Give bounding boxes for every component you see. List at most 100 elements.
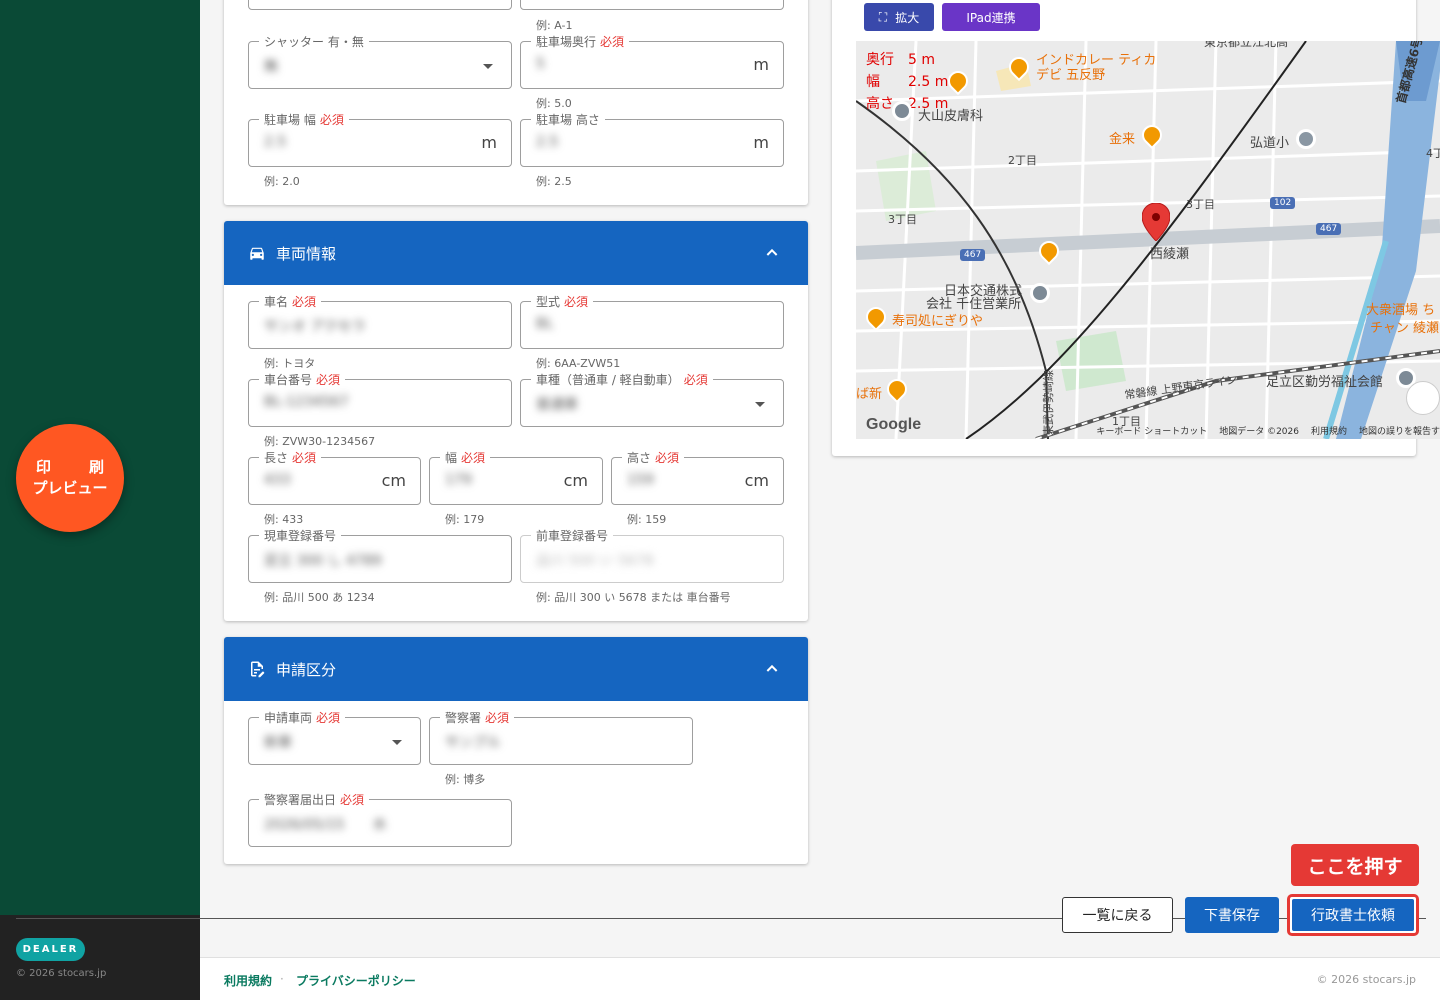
print-preview-label-2: プレビュー — [32, 479, 108, 497]
prev-reg-input[interactable]: 前車登録番号 品川 500 い 5678 — [520, 527, 784, 583]
school-icon[interactable] — [1296, 129, 1316, 149]
chassis-number-hint: 例: ZVW30-1234567 — [264, 435, 376, 448]
width-input[interactable]: 幅必須 179 cm — [429, 449, 603, 505]
map-expand-button[interactable]: ⛶ 拡大 — [864, 3, 934, 31]
current-reg-value: 足立 300 し 4789 — [264, 553, 382, 569]
vehicle-card-header[interactable]: 車両情報 — [224, 221, 808, 285]
overlay-width: 幅 2.5 m — [866, 74, 949, 90]
model-label: 型式 必須 — [531, 293, 594, 310]
parking-depth-value: 5 — [536, 56, 545, 72]
dealer-badge: DEALER — [16, 938, 85, 961]
car-type-label: 車種（普通車 / 軽自動車） 必須 — [531, 371, 713, 388]
width-hint: 例: 179 — [445, 513, 485, 526]
map-data-credit: 地図データ ©2026 — [1219, 427, 1299, 437]
parking-depth-input[interactable]: 駐車場奥行 必須 5 m — [520, 33, 784, 89]
expand-icon: ⛶ — [878, 9, 888, 24]
parking-depth-label: 駐車場奥行 必須 — [531, 33, 630, 50]
ipad-link-button[interactable]: IPad連携 — [942, 3, 1040, 31]
current-reg-input[interactable]: 現車登録番号 足立 300 し 4789 — [248, 527, 512, 583]
length-label: 長さ 必須 — [259, 449, 322, 466]
map-expand-label: 拡大 — [895, 10, 920, 25]
chevron-up-icon[interactable] — [764, 245, 780, 261]
height-label: 高さ 必須 — [622, 449, 685, 466]
car-type-value: 普通車 — [536, 397, 578, 413]
application-card: 申請区分 申請車両 必須 新車 警察署 必須 サンプル 例: 博多 警察署届出日 必須… — [224, 637, 808, 864]
police-station-hint: 例: 博多 — [445, 773, 486, 786]
height-input[interactable]: 高さ 必須 159 cm — [611, 449, 784, 505]
police-station-value: サンプル — [445, 735, 501, 751]
parking-height-label: 駐車場 高さ — [531, 111, 605, 128]
map-fullscreen-control[interactable] — [1406, 381, 1440, 415]
location-marker-icon[interactable] — [1142, 203, 1170, 241]
police-date-value: 2026/05/15 水 — [264, 817, 387, 833]
print-preview-label-1: 印刷 — [35, 458, 142, 476]
place-tokyo-north: 東京都立江北高 — [1204, 41, 1289, 49]
vehicle-card-title: 車両情報 — [276, 244, 337, 263]
model-input[interactable]: 型式 必須 BL — [520, 293, 784, 349]
shutter-label: シャッター 有・無 — [259, 33, 369, 50]
current-reg-hint: 例: 品川 500 あ 1234 — [264, 591, 375, 604]
terms-link[interactable]: 利用規約 — [224, 972, 272, 989]
current-reg-label: 現車登録番号 — [259, 527, 342, 544]
car-name-input[interactable]: 車名 必須 サンオ アクセラ — [248, 293, 512, 349]
request-scrivener-button-frame[interactable]: 行政書士依頼 — [1287, 894, 1419, 936]
parking-height-value: 2.5 — [536, 134, 559, 150]
map-view[interactable]: 奥行 5 m 幅 2.5 m 高さ 2.5 m インドカレー ティカデビ 五反野… — [856, 41, 1440, 439]
car-icon — [250, 247, 264, 260]
police-date-input[interactable]: 警察署届出日 必須 2026/05/15 水 — [248, 791, 512, 847]
map-keyboard-shortcuts[interactable]: キーボード ショートカット — [1096, 424, 1207, 439]
parking-height-unit: m — [753, 133, 769, 152]
chassis-number-label: 車台番号 必須 — [259, 371, 346, 388]
parking-width-value: 2.5 — [264, 134, 287, 150]
police-station-input[interactable]: 警察署 必須 サンプル — [429, 709, 693, 765]
back-to-list-button[interactable]: 一覧に戻る — [1062, 897, 1173, 933]
place-ch2: 2丁目 — [1008, 154, 1037, 167]
place-ch3b: 3丁目 — [1186, 198, 1215, 211]
length-hint: 例: 433 — [264, 513, 304, 526]
place-ch3a: 3丁目 — [888, 213, 917, 226]
request-scrivener-button[interactable]: 行政書士依頼 — [1292, 899, 1414, 931]
model-value: BL — [536, 316, 554, 332]
place-soba: ば新 — [856, 387, 883, 402]
height-unit: cm — [744, 471, 769, 490]
prev-reg-value: 品川 500 い 5678 — [536, 553, 654, 569]
map-report-error-link[interactable]: 地図の誤りを報告す — [1359, 424, 1440, 439]
width-label: 幅必須 — [440, 449, 491, 466]
chassis-number-input[interactable]: 車台番号 必須 BL-1234567 — [248, 371, 512, 427]
shutter-select[interactable]: シャッター 有・無 無 — [248, 33, 512, 89]
application-vehicle-select[interactable]: 申請車両 必須 新車 — [248, 709, 421, 765]
shutter-prev-field[interactable] — [248, 0, 512, 10]
route-102-badge: 102 — [1270, 197, 1296, 209]
edit-note-icon — [251, 661, 265, 678]
parking-height-hint: 例: 2.5 — [536, 175, 572, 188]
press-here-callout: ここを押す — [1291, 844, 1419, 886]
privacy-link[interactable]: プライバシーポリシー — [296, 972, 416, 989]
application-card-title: 申請区分 — [276, 660, 337, 679]
parking-id-field[interactable] — [520, 0, 784, 10]
parking-id-hint: 例: A-1 — [536, 19, 573, 32]
chevron-up-icon[interactable] — [764, 661, 780, 677]
parking-card: 例: A-1 シャッター 有・無 無 駐車場奥行 必須 5 m 例: 5.0 駐車… — [224, 0, 808, 205]
car-name-value: サンオ アクセラ — [264, 319, 366, 335]
place-pin-icon[interactable] — [892, 101, 912, 121]
length-value: 433 — [264, 472, 291, 488]
place-pin-icon[interactable] — [1030, 283, 1050, 303]
save-draft-button[interactable]: 下書保存 — [1185, 897, 1279, 933]
place-curry: インドカレー ティカデビ 五反野 — [1036, 53, 1157, 83]
height-value: 159 — [627, 472, 654, 488]
map-terms-link[interactable]: 利用規約 — [1311, 424, 1347, 439]
parking-width-input[interactable]: 駐車場 幅必須 2.5 m — [248, 111, 512, 167]
chevron-down-icon — [755, 402, 765, 407]
place-bar-2: チャン 綾瀬 — [1370, 321, 1440, 336]
print-preview-button[interactable]: 印刷 プレビュー — [16, 424, 124, 532]
parking-width-unit: m — [481, 133, 497, 152]
application-card-header[interactable]: 申請区分 — [224, 637, 808, 701]
place-school: 弘道小 — [1250, 136, 1290, 151]
car-type-select[interactable]: 車種（普通車 / 軽自動車） 必須 普通車 — [520, 371, 784, 427]
place-kinrai: 金来 — [1109, 132, 1136, 147]
chevron-down-icon — [483, 64, 493, 69]
prev-reg-hint: 例: 品川 300 い 5678 または 車台番号 — [536, 591, 731, 604]
parking-height-input[interactable]: 駐車場 高さ 2.5 m — [520, 111, 784, 167]
footer-separator: · — [280, 972, 284, 986]
length-input[interactable]: 長さ 必須 433 cm — [248, 449, 421, 505]
